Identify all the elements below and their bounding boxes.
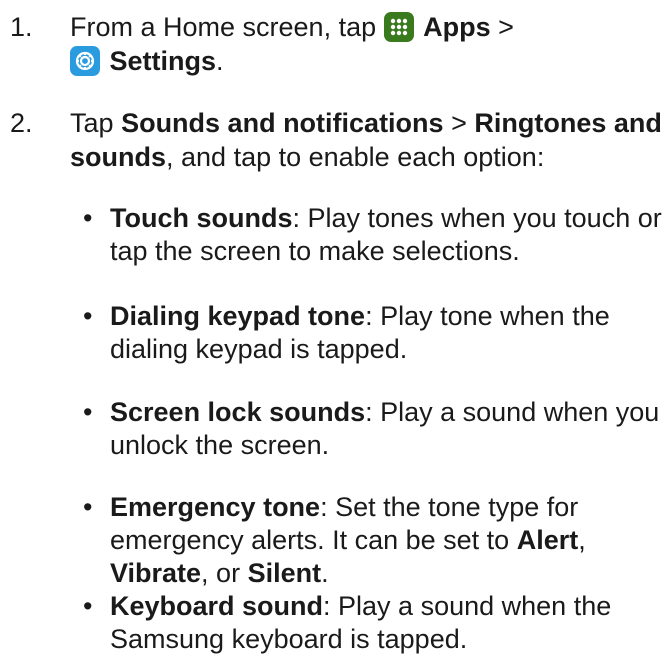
- bullet-5-line-1: Keyboard sound: Play a sound when the: [110, 590, 611, 623]
- bullet-4-text-1: : Set the tone type for: [320, 492, 579, 522]
- bullet-1-line-1: Touch sounds: Play tones when you touch …: [110, 202, 662, 235]
- bullet-glyph: •: [83, 397, 93, 427]
- bullet-3-text-1: : Play a sound when you: [365, 397, 660, 427]
- option-silent: Silent: [247, 558, 322, 588]
- bullet-4-line-3: Vibrate, or Silent.: [110, 557, 329, 590]
- sounds-notifications-label: Sounds and notifications: [121, 108, 444, 138]
- bullet-2-text-1: : Play tone when the: [365, 301, 610, 331]
- bullet-3-title: Screen lock sounds: [110, 397, 366, 427]
- bullet-2-text-2: dialing keypad is tapped.: [110, 334, 408, 364]
- help-page: 1. From a Home screen, tap Apps > Settin…: [0, 0, 668, 660]
- bullet-5-text-2: Samsung keyboard is tapped.: [110, 624, 468, 654]
- settings-gear-icon: [70, 46, 100, 76]
- bullet-1-text-1: : Play tones when you touch or: [292, 203, 662, 233]
- step-1-line-2: Settings.: [70, 45, 224, 78]
- step-2-rest: , and tap to enable each option:: [166, 142, 545, 172]
- bullet-2-line-1: Dialing keypad tone: Play tone when the: [110, 300, 610, 333]
- bullet-glyph: •: [83, 591, 93, 621]
- bullet-glyph: •: [83, 203, 93, 233]
- bullet-5-text-1: : Play a sound when the: [323, 591, 612, 621]
- bullet-4-comma: ,: [578, 525, 586, 555]
- bullet-1-line-2: tap the screen to make selections.: [110, 235, 520, 268]
- step-1-text: From a Home screen, tap: [70, 12, 377, 42]
- bullet-5-title: Keyboard sound: [110, 591, 324, 621]
- bullet-glyph: •: [83, 492, 93, 522]
- bullet-3-line-2: unlock the screen.: [110, 429, 329, 462]
- bullet-4-title: Emergency tone: [110, 492, 321, 522]
- settings-label: Settings: [109, 46, 217, 76]
- bullet-4-line-2: emergency alerts. It can be set to Alert…: [110, 524, 586, 557]
- bullet-4-text-2: emergency alerts. It can be set to: [110, 525, 517, 555]
- bullet-1-title: Touch sounds: [110, 203, 293, 233]
- step-1-number: 1.: [10, 12, 33, 42]
- bullet-3-text-2: unlock the screen.: [110, 430, 330, 460]
- step-2-separator: >: [451, 108, 467, 138]
- bullet-4-end: .: [321, 558, 329, 588]
- bullet-5-line-2: Samsung keyboard is tapped.: [110, 623, 467, 656]
- step-2-line-2: sounds, and tap to enable each option:: [70, 141, 544, 174]
- apps-label: Apps: [423, 12, 491, 42]
- step-2-number: 2.: [10, 108, 33, 138]
- bullet-4-line-1: Emergency tone: Set the tone type for: [110, 491, 578, 524]
- option-alert: Alert: [516, 525, 579, 555]
- bullet-2-title: Dialing keypad tone: [110, 301, 366, 331]
- ringtones-label-part-2: sounds: [70, 142, 167, 172]
- step-1-line-1: From a Home screen, tap Apps >: [70, 11, 514, 44]
- bullet-1-text-2: tap the screen to make selections.: [110, 236, 520, 266]
- bullet-glyph: •: [83, 301, 93, 331]
- option-vibrate: Vibrate: [110, 558, 202, 588]
- step-2-line-1: Tap Sounds and notifications > Ringtones…: [70, 107, 662, 140]
- bullet-4-or: , or: [201, 558, 248, 588]
- bullet-3-line-1: Screen lock sounds: Play a sound when yo…: [110, 396, 659, 429]
- bullet-2-line-2: dialing keypad is tapped.: [110, 333, 407, 366]
- step-1-end: .: [216, 46, 224, 76]
- ringtones-label-part-1: Ringtones and: [474, 108, 662, 138]
- apps-grid-icon: [383, 12, 414, 42]
- step-2-tap: Tap: [70, 108, 114, 138]
- step-1-separator: >: [498, 12, 514, 42]
